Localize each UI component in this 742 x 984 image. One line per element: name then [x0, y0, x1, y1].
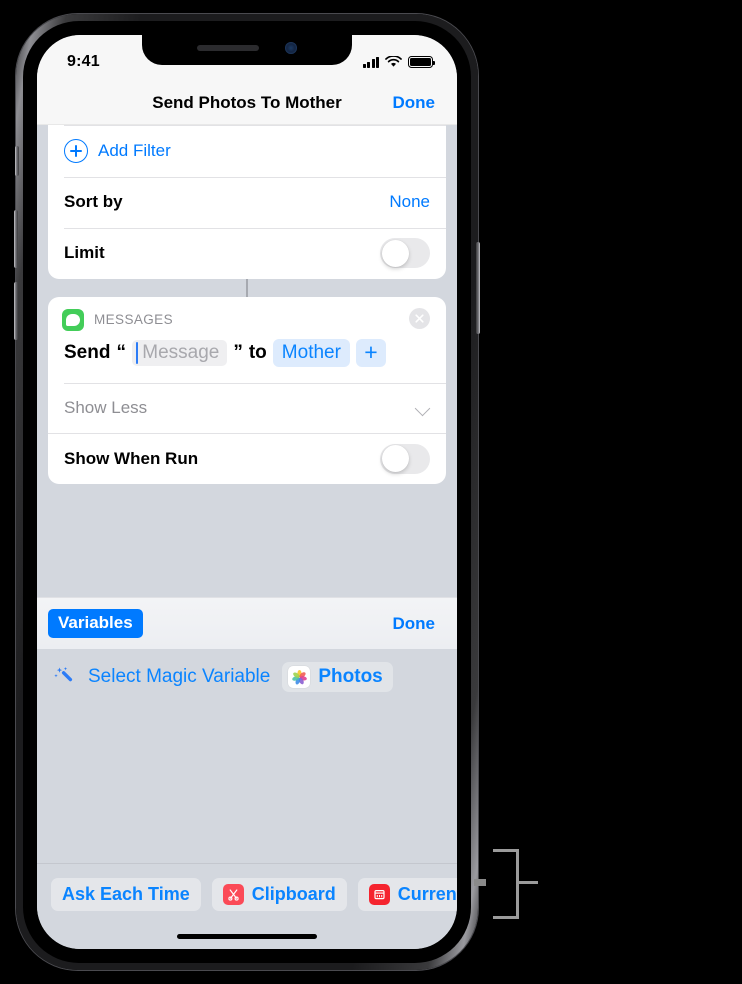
to-preposition-label: to	[248, 341, 267, 363]
show-when-run-row[interactable]: Show When Run	[48, 432, 446, 484]
close-circle-icon[interactable]	[409, 307, 430, 329]
add-filter-label: Add Filter	[98, 141, 171, 161]
suggestion-chip-ask-each-time[interactable]: Ask Each Time	[51, 878, 201, 911]
suggestion-chip-current-date[interactable]: Current D	[357, 878, 457, 911]
messages-send-sentence: Send “ Message ” to Mother +	[48, 337, 446, 383]
suggestion-chip-clipboard[interactable]: Clipboard	[211, 878, 347, 911]
front-camera-icon	[285, 42, 297, 54]
suggestion-label: Ask Each Time	[62, 884, 190, 904]
show-less-label: Show Less	[64, 397, 148, 417]
cellular-signal-icon	[362, 56, 379, 68]
battery-full-icon	[408, 56, 436, 68]
limit-row[interactable]: Limit	[48, 227, 446, 279]
close-quote: ”	[233, 341, 243, 363]
limit-label: Limit	[64, 243, 105, 263]
send-verb-label: Send	[64, 341, 111, 363]
magic-wand-icon	[54, 667, 73, 682]
navigation-bar: Send Photos To Mother Done	[37, 81, 457, 125]
variables-done-button[interactable]: Done	[393, 614, 436, 634]
recipient-chip-mother[interactable]: Mother	[272, 338, 350, 367]
show-when-run-label: Show When Run	[64, 448, 199, 468]
speaker-grille-icon	[197, 45, 259, 51]
photos-app-icon	[288, 666, 311, 688]
select-magic-variable-row[interactable]: Select Magic Variable Photos	[37, 649, 457, 692]
add-filter-control[interactable]: Add Filter	[64, 139, 171, 164]
filters-action-card: Add Filter Sort by None Limit	[48, 125, 446, 279]
show-less-row[interactable]: Show Less	[48, 382, 446, 433]
status-bar-indicators	[362, 56, 436, 68]
photos-variable-chip[interactable]: Photos	[282, 662, 393, 692]
power-side-button[interactable]	[476, 242, 480, 334]
open-quote: “	[116, 341, 126, 363]
wifi-icon	[385, 56, 402, 67]
text-cursor	[135, 341, 139, 364]
toggle-knob	[381, 239, 409, 267]
chevron-down-icon	[416, 401, 430, 415]
select-magic-variable-label: Select Magic Variable	[88, 666, 271, 687]
show-when-run-toggle[interactable]	[380, 443, 430, 474]
variables-button[interactable]: Variables	[48, 609, 143, 638]
sort-by-value[interactable]: None	[389, 192, 430, 212]
sort-by-label: Sort by	[64, 192, 123, 212]
phone-screen: 9:41 Send Photos To Mother Done Add Filt…	[37, 35, 457, 949]
suggestion-label: Current D	[397, 884, 457, 904]
clipboard-scissors-icon	[222, 884, 244, 905]
volume-up-button[interactable]	[14, 210, 18, 268]
page-title: Send Photos To Mother	[152, 92, 342, 112]
nav-done-button[interactable]: Done	[393, 93, 436, 113]
plus-circle-icon	[64, 139, 88, 164]
message-text-input[interactable]: Message	[131, 339, 228, 366]
limit-toggle[interactable]	[380, 238, 430, 269]
message-placeholder: Message	[142, 341, 220, 363]
messages-card-header: MESSAGES	[48, 297, 446, 337]
home-indicator[interactable]	[177, 934, 317, 939]
mute-switch-button[interactable]	[15, 146, 19, 176]
messages-action-card: MESSAGES Send “ Message ” to Mother + Sh…	[48, 296, 446, 484]
sort-by-row[interactable]: Sort by None	[48, 176, 446, 228]
add-recipient-button[interactable]: +	[355, 338, 386, 367]
volume-down-button[interactable]	[14, 282, 18, 340]
device-notch	[142, 35, 352, 65]
action-connector-line	[48, 278, 446, 297]
suggestion-label: Clipboard	[251, 884, 336, 904]
add-filter-row[interactable]: Add Filter	[48, 126, 446, 177]
messages-app-name: MESSAGES	[94, 312, 173, 328]
shortcut-actions-list[interactable]: Add Filter Sort by None Limit MESSAGES S…	[37, 125, 457, 649]
callout-anchor-nub	[474, 879, 486, 886]
messages-app-icon	[62, 308, 84, 331]
status-bar-time: 9:41	[67, 53, 100, 70]
calendar-icon	[368, 884, 390, 905]
toggle-knob	[381, 445, 409, 473]
callout-bracket-annotation	[493, 849, 519, 919]
phone-device-frame: 9:41 Send Photos To Mother Done Add Filt…	[14, 14, 480, 970]
photos-chip-label: Photos	[318, 666, 383, 687]
variables-panel: Select Magic Variable Photos Ask Each Ti…	[37, 649, 457, 949]
callout-bracket-tail	[516, 881, 538, 884]
variables-toolbar: Variables Done	[37, 597, 457, 649]
